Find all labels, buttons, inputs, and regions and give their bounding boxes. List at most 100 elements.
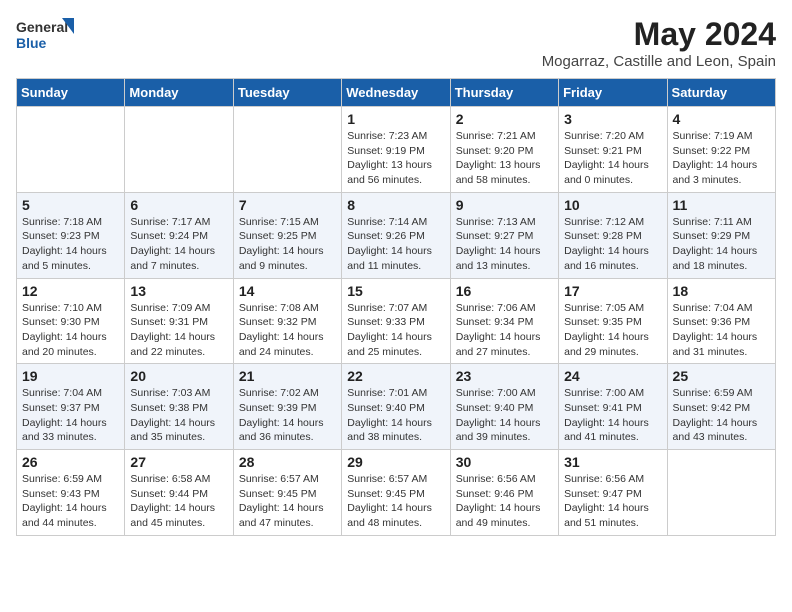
title-area: May 2024 Mogarraz, Castille and Leon, Sp… <box>542 16 776 70</box>
day-cell: 20Sunrise: 7:03 AM Sunset: 9:38 PM Dayli… <box>125 364 233 450</box>
day-cell: 4 Sunrise: 7:19 AM Sunset: 9:22 PM Daylig… <box>667 107 775 193</box>
day-cell: 13 Sunrise: 7:09 AM Sunset: 9:31 PM Dayli… <box>125 278 233 364</box>
week-row-2: 5 Sunrise: 7:18 AM Sunset: 9:23 PM Daylig… <box>17 192 776 278</box>
day-number: 26 <box>22 454 119 470</box>
day-info: Sunrise: 7:01 AM Sunset: 9:40 PM Dayligh… <box>347 386 444 445</box>
day-info: Sunrise: 7:07 AM Sunset: 9:33 PM Dayligh… <box>347 301 444 360</box>
logo-icon: GeneralBlue <box>16 16 76 52</box>
day-cell: 26 Sunrise: 6:59 AM Sunset: 9:43 PM Dayli… <box>17 450 125 536</box>
day-info: Sunrise: 7:14 AM Sunset: 9:26 PM Dayligh… <box>347 215 444 274</box>
day-cell: 3 Sunrise: 7:20 AM Sunset: 9:21 PM Daylig… <box>559 107 667 193</box>
day-number: 21 <box>239 368 336 384</box>
day-info: Sunrise: 7:23 AM Sunset: 9:19 PM Dayligh… <box>347 129 444 188</box>
day-cell: 30Sunrise: 6:56 AM Sunset: 9:46 PM Dayli… <box>450 450 558 536</box>
day-cell: 15 Sunrise: 7:07 AM Sunset: 9:33 PM Dayli… <box>342 278 450 364</box>
col-header-tuesday: Tuesday <box>233 79 341 107</box>
day-number: 19 <box>22 368 119 384</box>
day-number: 12 <box>22 283 119 299</box>
day-cell: 23 Sunrise: 7:00 AM Sunset: 9:40 PM Dayli… <box>450 364 558 450</box>
header-row: SundayMondayTuesdayWednesdayThursdayFrid… <box>17 79 776 107</box>
day-cell <box>125 107 233 193</box>
day-number: 27 <box>130 454 227 470</box>
day-info: Sunrise: 6:57 AM Sunset: 9:45 PM Dayligh… <box>239 472 336 531</box>
day-info: Sunrise: 7:20 AM Sunset: 9:21 PM Dayligh… <box>564 129 661 188</box>
day-info: Sunrise: 7:08 AM Sunset: 9:32 PM Dayligh… <box>239 301 336 360</box>
day-info: Sunrise: 7:00 AM Sunset: 9:41 PM Dayligh… <box>564 386 661 445</box>
day-number: 1 <box>347 111 444 127</box>
week-row-3: 12Sunrise: 7:10 AM Sunset: 9:30 PM Dayli… <box>17 278 776 364</box>
col-header-thursday: Thursday <box>450 79 558 107</box>
day-cell: 16 Sunrise: 7:06 AM Sunset: 9:34 PM Dayli… <box>450 278 558 364</box>
day-number: 15 <box>347 283 444 299</box>
day-cell <box>17 107 125 193</box>
logo: GeneralBlue <box>16 16 76 52</box>
day-number: 4 <box>673 111 770 127</box>
header: GeneralBlue May 2024 Mogarraz, Castille … <box>16 16 776 70</box>
day-info: Sunrise: 7:00 AM Sunset: 9:40 PM Dayligh… <box>456 386 553 445</box>
day-info: Sunrise: 6:56 AM Sunset: 9:47 PM Dayligh… <box>564 472 661 531</box>
day-info: Sunrise: 7:18 AM Sunset: 9:23 PM Dayligh… <box>22 215 119 274</box>
day-cell: 8 Sunrise: 7:14 AM Sunset: 9:26 PM Daylig… <box>342 192 450 278</box>
day-info: Sunrise: 7:11 AM Sunset: 9:29 PM Dayligh… <box>673 215 770 274</box>
day-cell: 2 Sunrise: 7:21 AM Sunset: 9:20 PM Daylig… <box>450 107 558 193</box>
day-info: Sunrise: 7:15 AM Sunset: 9:25 PM Dayligh… <box>239 215 336 274</box>
week-row-5: 26 Sunrise: 6:59 AM Sunset: 9:43 PM Dayli… <box>17 450 776 536</box>
day-cell: 11 Sunrise: 7:11 AM Sunset: 9:29 PM Dayli… <box>667 192 775 278</box>
day-cell <box>667 450 775 536</box>
main-title: May 2024 <box>542 16 776 53</box>
day-cell: 9Sunrise: 7:13 AM Sunset: 9:27 PM Daylig… <box>450 192 558 278</box>
day-info: Sunrise: 7:09 AM Sunset: 9:31 PM Dayligh… <box>130 301 227 360</box>
day-number: 31 <box>564 454 661 470</box>
day-info: Sunrise: 7:21 AM Sunset: 9:20 PM Dayligh… <box>456 129 553 188</box>
day-info: Sunrise: 6:59 AM Sunset: 9:43 PM Dayligh… <box>22 472 119 531</box>
col-header-saturday: Saturday <box>667 79 775 107</box>
day-cell: 6Sunrise: 7:17 AM Sunset: 9:24 PM Daylig… <box>125 192 233 278</box>
day-info: Sunrise: 6:59 AM Sunset: 9:42 PM Dayligh… <box>673 386 770 445</box>
calendar-table: SundayMondayTuesdayWednesdayThursdayFrid… <box>16 78 776 536</box>
day-info: Sunrise: 7:06 AM Sunset: 9:34 PM Dayligh… <box>456 301 553 360</box>
day-cell: 17Sunrise: 7:05 AM Sunset: 9:35 PM Dayli… <box>559 278 667 364</box>
day-number: 14 <box>239 283 336 299</box>
day-cell: 22 Sunrise: 7:01 AM Sunset: 9:40 PM Dayli… <box>342 364 450 450</box>
col-header-sunday: Sunday <box>17 79 125 107</box>
day-number: 30 <box>456 454 553 470</box>
day-cell: 31 Sunrise: 6:56 AM Sunset: 9:47 PM Dayli… <box>559 450 667 536</box>
day-info: Sunrise: 7:04 AM Sunset: 9:37 PM Dayligh… <box>22 386 119 445</box>
day-number: 24 <box>564 368 661 384</box>
day-number: 7 <box>239 197 336 213</box>
day-cell: 1 Sunrise: 7:23 AM Sunset: 9:19 PM Daylig… <box>342 107 450 193</box>
day-cell: 25 Sunrise: 6:59 AM Sunset: 9:42 PM Dayli… <box>667 364 775 450</box>
day-number: 16 <box>456 283 553 299</box>
day-number: 25 <box>673 368 770 384</box>
day-number: 17 <box>564 283 661 299</box>
day-number: 10 <box>564 197 661 213</box>
day-info: Sunrise: 7:17 AM Sunset: 9:24 PM Dayligh… <box>130 215 227 274</box>
col-header-monday: Monday <box>125 79 233 107</box>
day-cell: 27Sunrise: 6:58 AM Sunset: 9:44 PM Dayli… <box>125 450 233 536</box>
day-number: 5 <box>22 197 119 213</box>
week-row-4: 19 Sunrise: 7:04 AM Sunset: 9:37 PM Dayli… <box>17 364 776 450</box>
day-info: Sunrise: 7:04 AM Sunset: 9:36 PM Dayligh… <box>673 301 770 360</box>
day-info: Sunrise: 7:12 AM Sunset: 9:28 PM Dayligh… <box>564 215 661 274</box>
day-number: 3 <box>564 111 661 127</box>
day-cell: 19 Sunrise: 7:04 AM Sunset: 9:37 PM Dayli… <box>17 364 125 450</box>
day-number: 11 <box>673 197 770 213</box>
day-cell: 10 Sunrise: 7:12 AM Sunset: 9:28 PM Dayli… <box>559 192 667 278</box>
day-number: 23 <box>456 368 553 384</box>
day-number: 28 <box>239 454 336 470</box>
col-header-wednesday: Wednesday <box>342 79 450 107</box>
day-number: 20 <box>130 368 227 384</box>
day-number: 8 <box>347 197 444 213</box>
day-info: Sunrise: 7:19 AM Sunset: 9:22 PM Dayligh… <box>673 129 770 188</box>
week-row-1: 1 Sunrise: 7:23 AM Sunset: 9:19 PM Daylig… <box>17 107 776 193</box>
day-number: 18 <box>673 283 770 299</box>
day-cell: 18 Sunrise: 7:04 AM Sunset: 9:36 PM Dayli… <box>667 278 775 364</box>
day-number: 22 <box>347 368 444 384</box>
svg-text:General: General <box>16 19 68 35</box>
day-number: 2 <box>456 111 553 127</box>
svg-text:Blue: Blue <box>16 35 47 51</box>
day-cell: 5 Sunrise: 7:18 AM Sunset: 9:23 PM Daylig… <box>17 192 125 278</box>
day-cell: 7 Sunrise: 7:15 AM Sunset: 9:25 PM Daylig… <box>233 192 341 278</box>
day-number: 13 <box>130 283 227 299</box>
day-cell: 14 Sunrise: 7:08 AM Sunset: 9:32 PM Dayli… <box>233 278 341 364</box>
